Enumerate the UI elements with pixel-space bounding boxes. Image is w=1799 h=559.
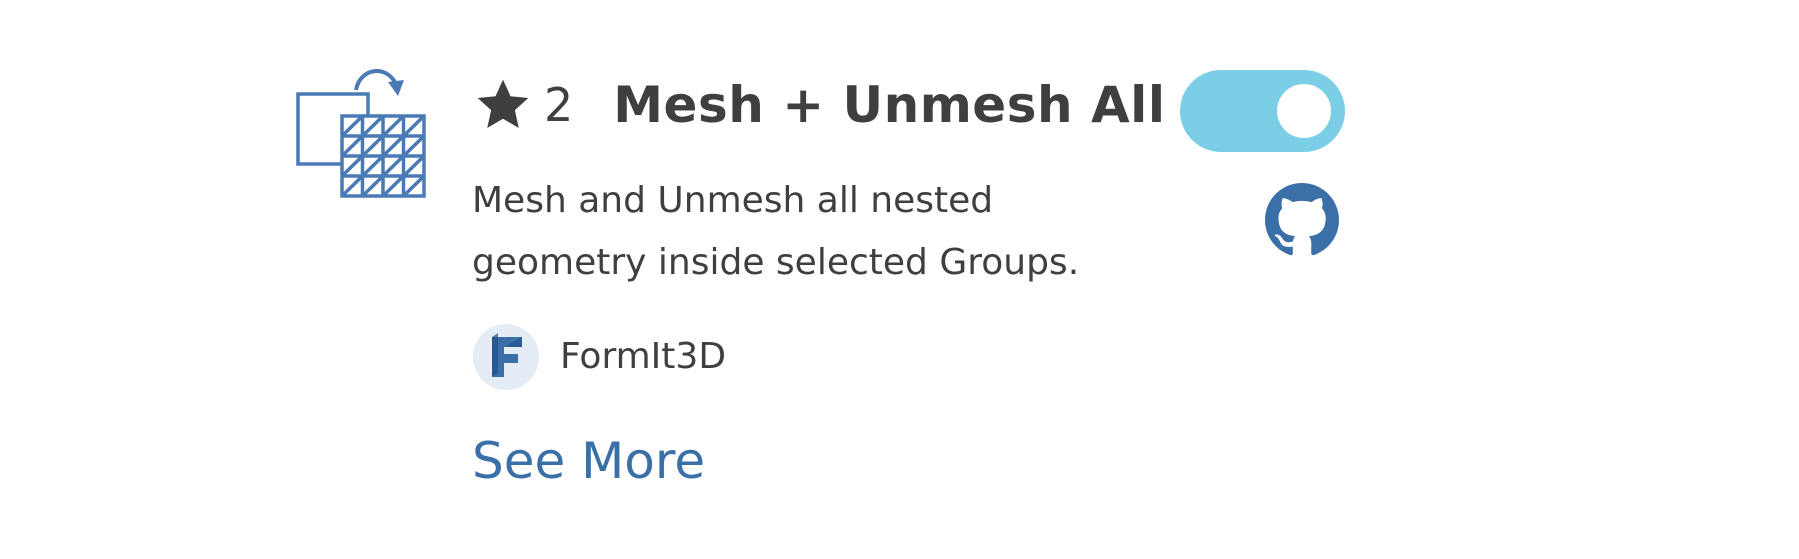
star-icon[interactable] [472, 74, 534, 136]
author-name[interactable]: FormIt3D [560, 339, 726, 375]
github-icon[interactable] [1265, 183, 1339, 257]
enable-toggle[interactable] [1180, 70, 1345, 152]
plugin-title: Mesh + Unmesh All [613, 76, 1166, 134]
mesh-unmesh-icon [296, 69, 426, 198]
plugin-description: Mesh and Unmesh all nested geometry insi… [472, 180, 1080, 283]
toggle-knob [1277, 84, 1331, 138]
see-more-link[interactable]: See More [472, 436, 705, 486]
star-count: 2 [544, 78, 574, 132]
author-row: FormIt3D [472, 322, 726, 392]
formit-logo-icon [473, 324, 539, 390]
plugin-header: 2 Mesh + Unmesh All [472, 70, 1165, 140]
plugin-card: 2 Mesh + Unmesh All Mesh and Unmesh all … [0, 0, 1799, 559]
